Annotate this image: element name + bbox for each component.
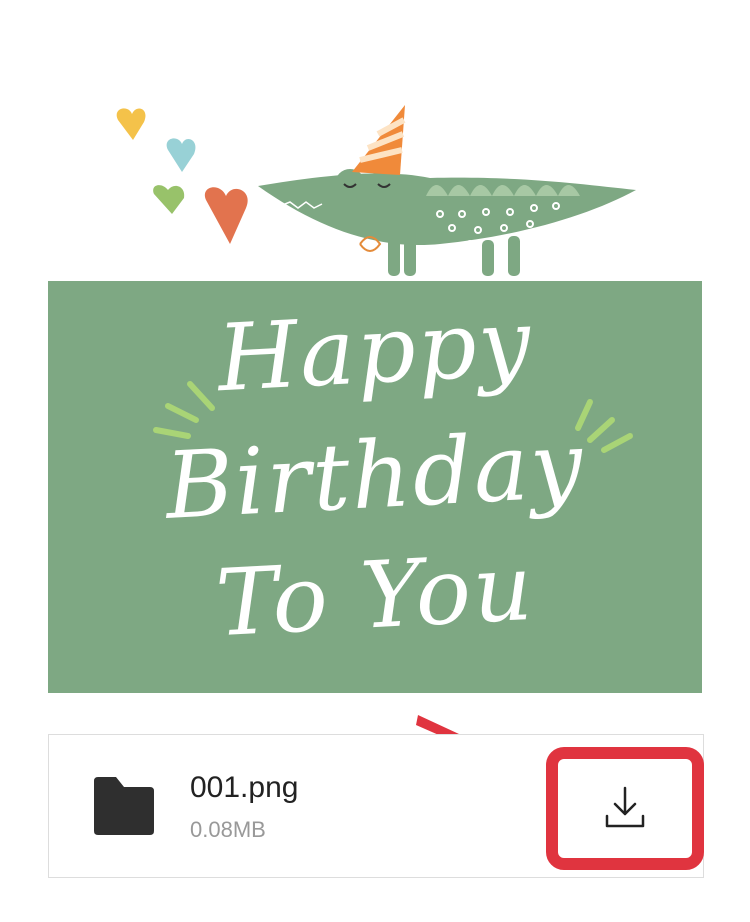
download-button[interactable] [565, 769, 685, 845]
birthday-card-image: Happy Birthday To You [0, 0, 750, 700]
file-size: 0.08MB [190, 817, 266, 842]
file-attachment-row[interactable]: 001.png 0.08MB [48, 734, 704, 878]
download-icon [605, 786, 645, 828]
page: Happy Birthday To You 001.png 0.08MB [0, 0, 750, 922]
folder-icon [94, 777, 154, 835]
file-name: 001.png [190, 771, 299, 804]
